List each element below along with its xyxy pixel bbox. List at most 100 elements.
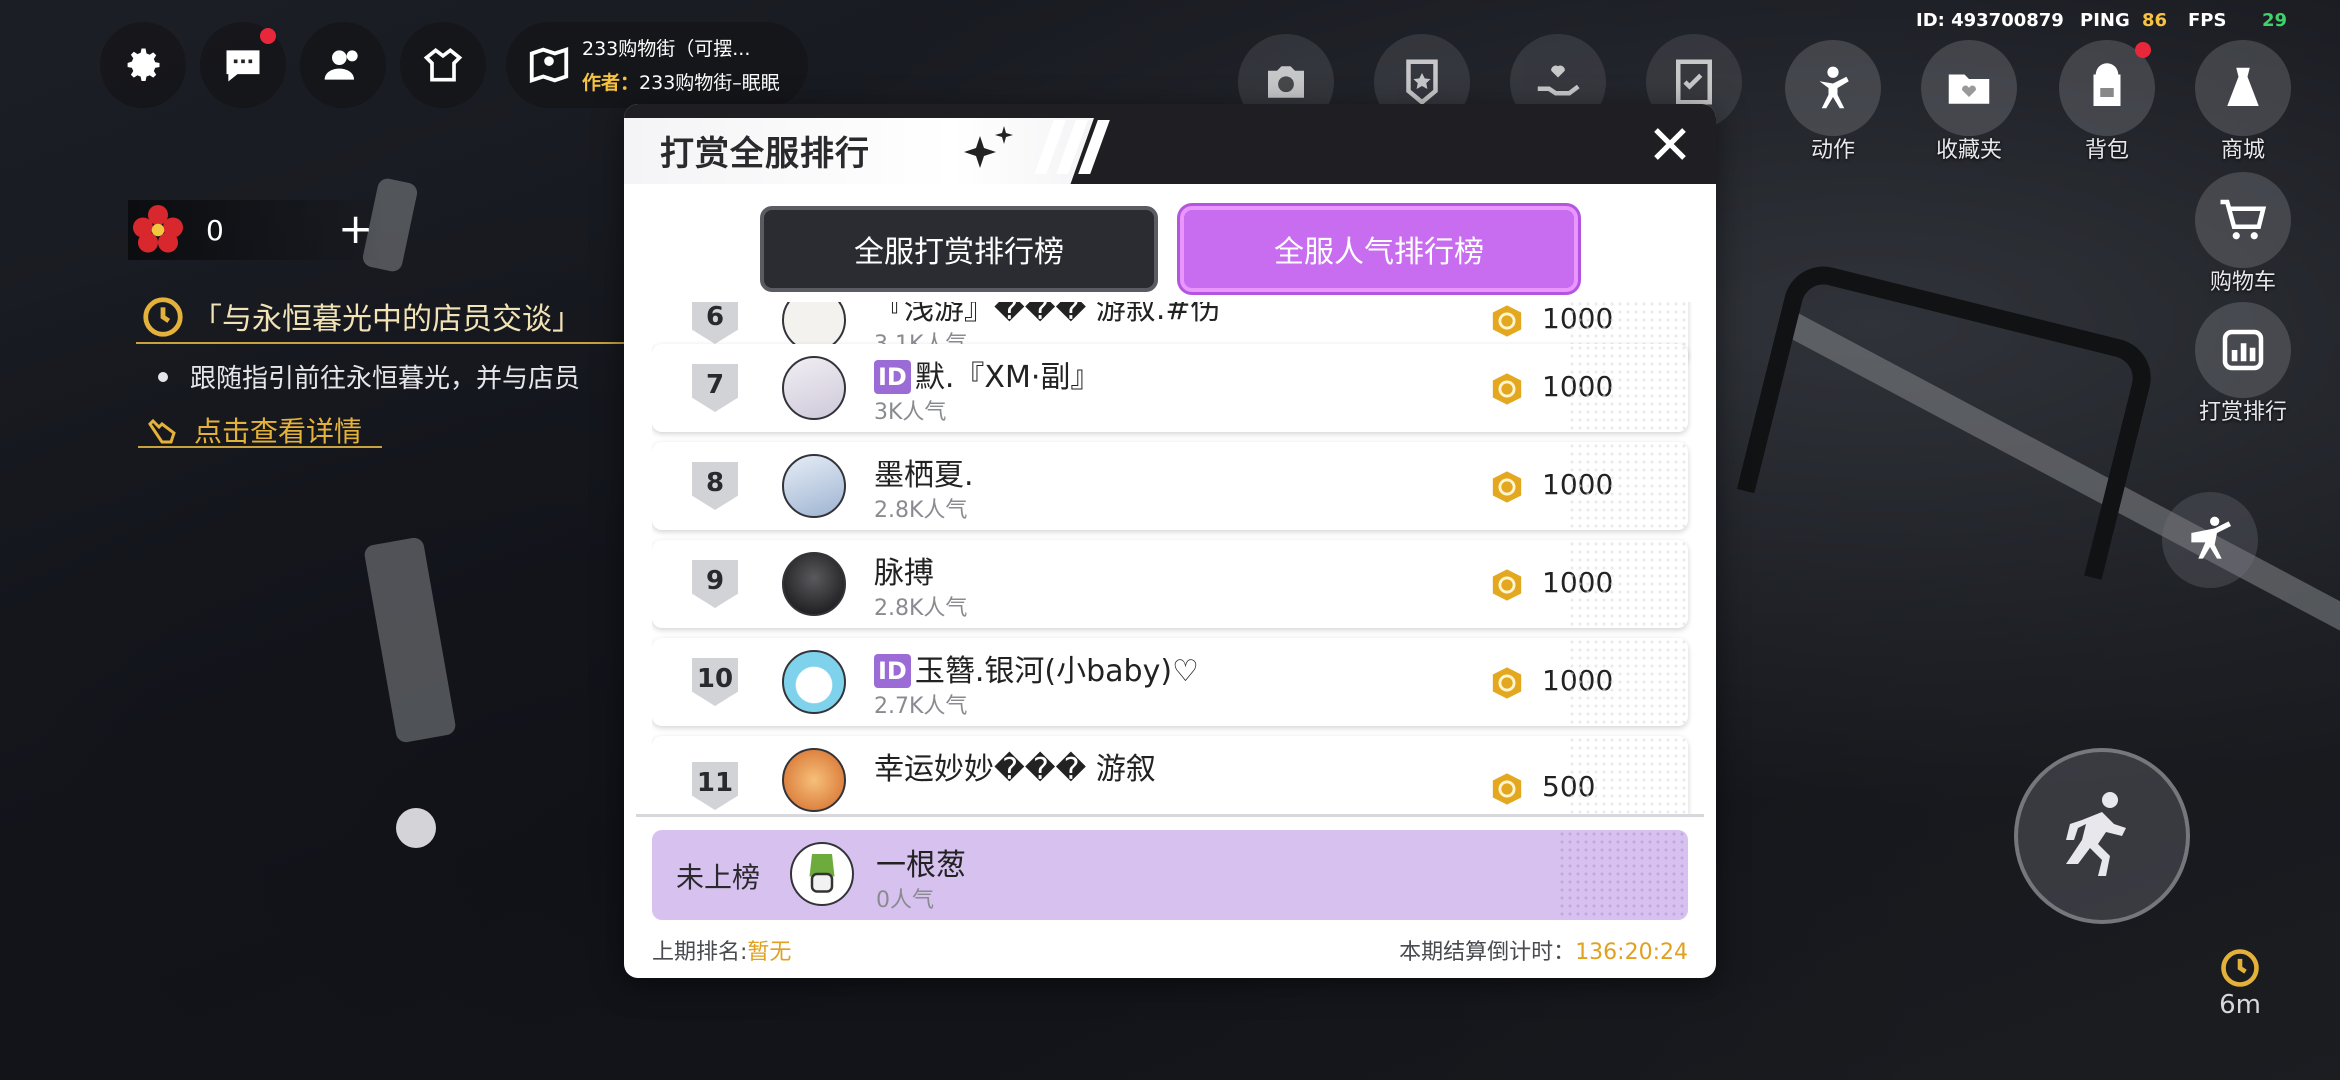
side-reward-ranking[interactable]: 打赏排行	[2188, 302, 2298, 426]
map-location-icon	[529, 47, 569, 83]
player-name: 墨栖夏.	[874, 458, 974, 493]
rank-badge: 9	[692, 560, 738, 608]
player-name-text: 默.『XM·副』	[914, 360, 1101, 395]
id-badge: ID	[874, 654, 911, 688]
camera-icon	[1268, 66, 1304, 98]
tab-reward-ranking[interactable]: 全服打赏排行榜	[760, 206, 1158, 292]
friends-button[interactable]	[300, 22, 386, 108]
tap-hand-icon	[148, 418, 176, 444]
ranking-row[interactable]: 10 ID 玉簪.银河(小baby)♡ 2.7K人气 1000	[652, 638, 1688, 726]
scene-light	[396, 808, 436, 848]
modal-title: 打赏全服排行	[660, 134, 870, 174]
heart-hand-icon	[1537, 65, 1580, 96]
outfit-button[interactable]	[400, 22, 486, 108]
side-action[interactable]: 动作	[1778, 40, 1888, 164]
quest-detail-link[interactable]: 点击查看详情	[194, 410, 362, 450]
last-period-rank: 上期排名:暂无	[652, 934, 791, 966]
close-icon[interactable]	[1646, 120, 1694, 168]
ranking-modal: 打赏全服排行 全服打赏排行榜 全服人气排行榜 6 『浅游』��� 游叙.#伤 3…	[624, 104, 1716, 978]
reward-score: 1000	[1542, 370, 1614, 403]
quest-title[interactable]: 「与永恒暮光中的店员交谈」	[192, 294, 582, 338]
gear-icon	[127, 48, 160, 81]
friends-icon	[324, 50, 358, 80]
ping-label: PING	[2080, 10, 2130, 31]
ranking-row[interactable]: 11 幸运妙妙��� 游叙 500	[652, 736, 1688, 814]
author-name: 233购物街–眠眠	[639, 72, 780, 94]
quest-bullet	[158, 372, 168, 382]
modal-header: 打赏全服排行	[624, 104, 1716, 184]
flower-count: 0	[206, 214, 224, 247]
red-flower-icon	[133, 205, 183, 253]
self-avatar	[790, 842, 854, 906]
player-popularity: 2.8K人气	[874, 498, 968, 523]
last-rank-value: 暂无	[747, 940, 792, 965]
player-popularity: 2.8K人气	[874, 596, 968, 621]
player-id: ID: 493700879	[1916, 10, 2064, 31]
player-name: 幸运妙妙��� 游叙	[874, 752, 1156, 787]
settlement-countdown: 本期结算倒计时：136:20:24	[1399, 934, 1688, 966]
sparkle-icon	[964, 126, 1013, 168]
coin-icon	[1492, 569, 1522, 601]
side-backpack[interactable]: 背包	[2052, 40, 2162, 164]
self-name: 一根葱	[876, 848, 966, 883]
author-label: 作者：	[582, 72, 640, 94]
quest-description: 跟随指引前往永恒暮光，并与店员	[190, 364, 581, 394]
reward-score: 1000	[1542, 664, 1614, 697]
quest-timer-icon	[2221, 949, 2259, 987]
ranking-list[interactable]: 6 『浅游』��� 游叙.#伤 3.1K人气 1000 7 ID默.『XM·副』…	[652, 302, 1692, 814]
self-ranking-row: 未上榜 一根葱 0人气	[652, 830, 1688, 920]
side-label: 打赏排行	[2198, 400, 2287, 425]
ranking-row[interactable]: 8 墨栖夏. 2.8K人气 1000	[652, 442, 1688, 530]
outfit-swap-icon	[423, 48, 463, 82]
backpack-icon	[2093, 63, 2121, 106]
quest-detail-underline	[138, 446, 382, 448]
rank-badge: 10	[692, 658, 738, 706]
dance-button[interactable]	[2162, 492, 2258, 588]
quest-timer: 6m	[2219, 990, 2261, 1020]
ping-value: 86	[2142, 10, 2168, 31]
countdown-value: 136:20:24	[1575, 940, 1688, 965]
shopping-cart-icon	[2220, 199, 2267, 240]
side-label: 购物车	[2209, 270, 2276, 295]
mall-dress-icon	[2227, 67, 2259, 106]
coin-icon	[1492, 773, 1522, 805]
ranking-row[interactable]: 9 脉搏 2.8K人气 1000	[652, 540, 1688, 628]
favorites-folder-icon	[1948, 74, 1990, 104]
player-popularity: 2.7K人气	[874, 694, 968, 719]
self-rank-label: 未上榜	[676, 861, 761, 894]
side-label: 商城	[2220, 138, 2265, 163]
countdown-label: 本期结算倒计时：	[1399, 940, 1576, 965]
fps-label: FPS	[2188, 10, 2227, 31]
map-info-pill[interactable]: 233购物街（可摆... 作者：233购物街–眠眠	[506, 22, 808, 108]
side-favorites[interactable]: 收藏夹	[1914, 40, 2024, 164]
id-badge: ID	[874, 360, 911, 394]
avatar	[782, 650, 846, 714]
settings-button[interactable]	[100, 22, 186, 108]
add-flower-button[interactable]: +	[338, 204, 373, 253]
chat-bubble-icon	[226, 50, 260, 82]
rank-badge: 8	[692, 462, 738, 510]
self-popularity: 0人气	[876, 888, 934, 913]
coin-icon	[1492, 667, 1522, 699]
map-author: 作者：233购物街–眠眠	[582, 68, 780, 95]
player-name: 脉搏	[874, 556, 934, 591]
flower-counter: 0 +	[128, 200, 384, 260]
fps-value: 29	[2262, 10, 2288, 31]
side-mall[interactable]: 商城	[2188, 40, 2298, 164]
rank-badge: 11	[692, 762, 738, 810]
sprint-runner-icon	[2066, 792, 2126, 876]
ranking-row[interactable]: 7 ID 默.『XM·副』 3K人气 1000	[652, 344, 1688, 432]
player-name-text: 玉簪.银河(小baby)♡	[914, 654, 1199, 689]
avatar	[782, 454, 846, 518]
chat-button[interactable]	[200, 22, 286, 108]
rank-badge: 7	[692, 364, 738, 412]
player-name: ID 玉簪.银河(小baby)♡	[874, 646, 1199, 690]
side-cart[interactable]: 购物车	[2188, 172, 2298, 296]
avatar	[782, 748, 846, 812]
tab-popularity-ranking[interactable]: 全服人气排行榜	[1180, 206, 1578, 292]
coin-icon	[1492, 373, 1522, 405]
list-divider	[636, 814, 1704, 817]
green-onion-avatar-icon	[809, 854, 835, 893]
sprint-button[interactable]	[2014, 748, 2190, 924]
reward-score: 500	[1542, 770, 1596, 803]
